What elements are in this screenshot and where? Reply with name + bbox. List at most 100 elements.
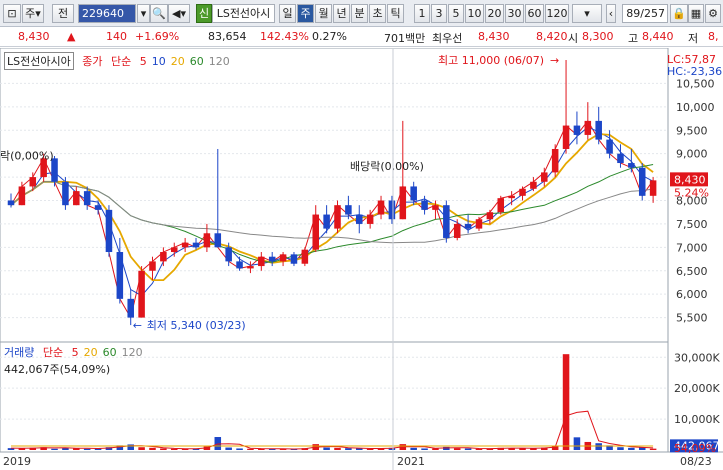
interval-dropdown-icon[interactable]: ▾ (572, 4, 602, 23)
candle-body (279, 254, 287, 262)
period-tab-0[interactable]: 일 (279, 4, 296, 23)
best-label: 최우선 (432, 32, 463, 45)
candle-body (247, 266, 254, 269)
candle-body (388, 200, 396, 220)
volume-bar (51, 448, 58, 450)
stock-name-field[interactable]: LS전선아시 (212, 4, 275, 23)
high-price: 8,440 (642, 30, 674, 43)
interval-button-20[interactable]: 20 (485, 4, 504, 23)
code-dropdown-icon[interactable]: ▾ (137, 4, 150, 23)
volume-bar (323, 447, 330, 450)
candle-body (541, 172, 548, 182)
candle-body (519, 188, 526, 196)
volume-bar (562, 354, 570, 450)
candle-body (203, 233, 211, 248)
change-pct: +1.69% (135, 30, 180, 43)
ma-legend-60: 60 (189, 55, 204, 68)
low-arrow-icon: ← (133, 319, 142, 332)
x-label-end: 08/23 (680, 455, 712, 468)
interval-button-30[interactable]: 30 (505, 4, 524, 23)
low-price: 8, (708, 30, 719, 43)
candle-body (192, 242, 200, 248)
current-pct-label: 5.24% (674, 186, 709, 199)
open-price: 8,300 (582, 30, 614, 43)
candle-body (617, 153, 624, 164)
x-label-start: 2019 (3, 455, 31, 468)
volume-bar (421, 448, 428, 450)
ma-legend-60: 60 (102, 346, 117, 359)
volume-legend: 거래량 단순 5 20 60 120 442,067주(54,09%) (4, 344, 148, 377)
ma-legend-5: 5 (71, 346, 79, 359)
candle-body (356, 214, 363, 224)
period-tab-1[interactable]: 주 (297, 4, 314, 23)
market-label: 주 (25, 7, 36, 20)
candle-body (464, 223, 472, 229)
price-tick-label: 5,500 (676, 312, 708, 325)
interval-button-120[interactable]: 120 (545, 4, 569, 23)
candle-body (29, 177, 37, 187)
candle-body (94, 205, 102, 210)
candle-body (170, 247, 178, 253)
candle-body (443, 205, 450, 238)
candle-body (508, 195, 515, 199)
volume-bar (573, 437, 581, 450)
search-icon[interactable]: 🔍 (150, 4, 168, 23)
dividend-annotation: 배당락(0,00%) (350, 160, 424, 173)
scroll-left-icon[interactable]: ‹ (606, 4, 616, 23)
volume-bar (83, 448, 91, 450)
candle-body (421, 200, 428, 210)
candle-body (258, 256, 265, 267)
price-tick-label: 6,500 (676, 265, 708, 278)
candle-body (377, 200, 385, 215)
volume-bar (453, 448, 461, 450)
market-select[interactable]: 주▾ (22, 4, 44, 23)
grid-icon[interactable]: ▦ (688, 4, 704, 23)
candle-body (7, 200, 15, 206)
candle-body (116, 252, 124, 299)
candle-body (73, 191, 80, 206)
volume-value: 83,654 (208, 30, 247, 43)
candle-body (236, 261, 243, 269)
volume-bar (356, 448, 363, 450)
volume-tick-label: 10,000K (674, 413, 720, 426)
volume-bar (464, 448, 472, 450)
candle-body (475, 219, 483, 229)
interval-button-3[interactable]: 3 (431, 4, 447, 23)
period-tab-6[interactable]: 틱 (387, 4, 404, 23)
candle-body (606, 139, 613, 154)
interval-button-5[interactable]: 5 (448, 4, 464, 23)
period-tab-5[interactable]: 초 (369, 4, 386, 23)
lock-icon[interactable]: 🔒 (670, 4, 688, 23)
window-icon[interactable]: ⊡ (3, 4, 21, 23)
volume-tick-label: 30,000K (674, 351, 720, 364)
candle-body (334, 205, 341, 229)
candle-body (127, 298, 134, 318)
settings-icon[interactable]: ⚙ (705, 4, 721, 23)
price-tick-label: 10,000 (676, 101, 715, 114)
candle-body (453, 223, 461, 238)
period-tab-4[interactable]: 분 (351, 4, 368, 23)
ma-legend-20: 20 (83, 346, 98, 359)
code-input[interactable]: 229640 (78, 4, 136, 23)
period-tab-3[interactable]: 년 (333, 4, 350, 23)
current-price-tag-label: 8,430 (674, 173, 706, 186)
volume-bar (225, 447, 232, 450)
interval-button-1[interactable]: 1 (414, 4, 430, 23)
legend-close-label: 종가 (82, 55, 103, 68)
volume-bar (649, 448, 657, 450)
candle-body (584, 120, 592, 135)
stock-chart[interactable]: 10,50010,0009,5009,0008,5008,0007,5007,0… (0, 48, 723, 470)
legend-volume-label: 거래량 (4, 346, 35, 359)
candle-body (181, 242, 189, 248)
volume-bar (160, 448, 167, 450)
all-button[interactable]: 전 (52, 4, 74, 23)
price-tick-label: 6,000 (676, 288, 708, 301)
interval-button-60[interactable]: 60 (525, 4, 544, 23)
period-tab-2[interactable]: 월 (315, 4, 332, 23)
up-arrow-icon: ▲ (67, 30, 76, 43)
interval-button-10[interactable]: 10 (465, 4, 484, 23)
speaker-icon[interactable]: ◀▾ (168, 4, 190, 23)
ma-legend-20: 20 (170, 55, 185, 68)
volume-bar (345, 448, 352, 450)
candle-body (410, 186, 417, 201)
